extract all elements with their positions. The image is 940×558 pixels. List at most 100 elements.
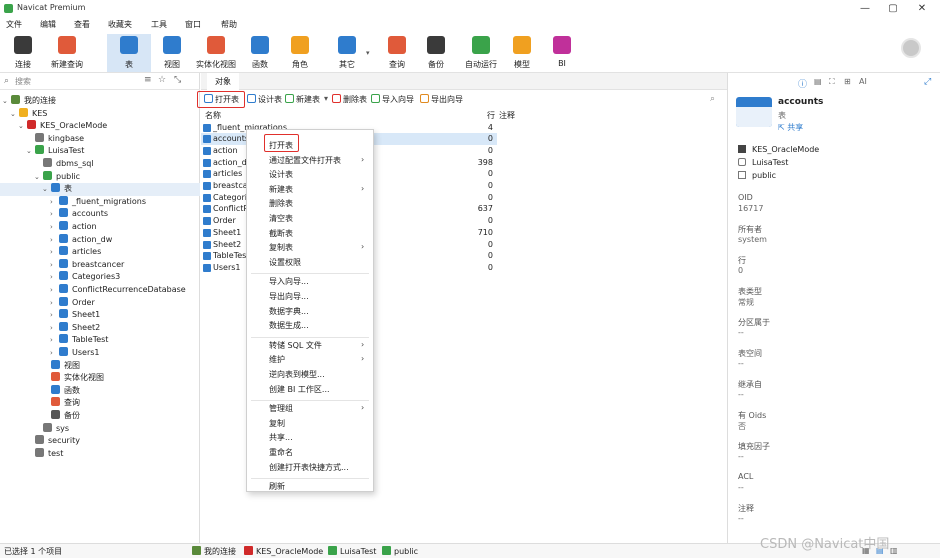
breadcrumb-item[interactable]: 我的连接: [192, 546, 236, 557]
toolbar-new-table-button[interactable]: 新建表: [285, 94, 320, 105]
tree-item[interactable]: ⌄ KES: [0, 107, 200, 121]
menu-edit[interactable]: 编辑: [40, 19, 56, 30]
favorite-star-icon[interactable]: ☆: [158, 75, 166, 85]
chevron-right-icon[interactable]: ›: [50, 259, 59, 272]
tree-item[interactable]: › accounts: [0, 208, 200, 221]
chevron-right-icon[interactable]: ›: [50, 196, 59, 209]
toolbar-query-button[interactable]: 查询: [380, 34, 414, 72]
menu-item[interactable]: 复制表: [269, 242, 293, 253]
toolbar-bi-chart-button[interactable]: BI: [547, 34, 577, 72]
chevron-right-icon[interactable]: ›: [50, 334, 59, 347]
toolbar-other-tools-button[interactable]: 其它: [330, 34, 364, 72]
tab-objects[interactable]: 对象: [207, 73, 239, 90]
menu-item[interactable]: 设置权限: [269, 257, 301, 268]
menu-help[interactable]: 帮助: [221, 19, 237, 30]
toolbar-connection-plug-button[interactable]: 连接: [6, 34, 40, 72]
menu-view[interactable]: 查看: [74, 19, 90, 30]
column-rows-header[interactable]: 行: [487, 110, 495, 121]
other-dropdown-icon[interactable]: ▾: [366, 49, 370, 57]
menu-item[interactable]: 管理组: [269, 403, 293, 414]
toolbar-table-button[interactable]: 表: [107, 34, 151, 72]
menu-item[interactable]: 数据字典...: [269, 306, 309, 317]
ddl-icon[interactable]: ▤: [814, 77, 822, 86]
chevron-down-icon[interactable]: ⌄: [42, 183, 51, 196]
chevron-down-icon[interactable]: ⌄: [10, 108, 19, 121]
menu-item[interactable]: 创建 BI 工作区...: [269, 384, 330, 395]
chevron-down-icon[interactable]: ⌄: [34, 171, 43, 184]
menu-item[interactable]: 刷新: [269, 481, 285, 492]
toolbar-backup-button[interactable]: 备份: [421, 34, 451, 72]
chevron-down-icon[interactable]: ⌄: [18, 120, 27, 133]
tree-item[interactable]: sys: [0, 422, 200, 436]
chevron-right-icon[interactable]: ›: [50, 271, 59, 284]
tree-item[interactable]: › articles: [0, 246, 200, 259]
tree-item[interactable]: › ConflictRecurrenceDatabase: [0, 284, 200, 297]
tree-item[interactable]: 实体化视图: [0, 372, 200, 385]
chevron-right-icon[interactable]: ›: [50, 246, 59, 259]
menu-item[interactable]: 删除表: [269, 198, 293, 209]
tree-item[interactable]: 函数: [0, 384, 200, 398]
filter-list-icon[interactable]: ≡: [144, 75, 152, 85]
breadcrumb-item[interactable]: LuisaTest: [328, 546, 376, 556]
menu-item[interactable]: 重命名: [269, 447, 293, 458]
tree-item[interactable]: › _fluent_migrations: [0, 195, 200, 209]
tree-item[interactable]: › action: [0, 221, 200, 234]
tree-item[interactable]: › Users1: [0, 347, 200, 360]
chevron-down-icon[interactable]: ⌄: [2, 95, 11, 108]
breadcrumb-item[interactable]: KES_OracleMode: [244, 546, 323, 556]
tree-item[interactable]: test: [0, 447, 200, 461]
menu-item[interactable]: 维护: [269, 354, 285, 365]
chevron-right-icon[interactable]: ›: [50, 284, 59, 297]
er-view-icon[interactable]: ▥: [890, 546, 898, 555]
menu-item[interactable]: 创建打开表快捷方式...: [269, 462, 349, 473]
chevron-right-icon[interactable]: ›: [50, 309, 59, 322]
tree-item[interactable]: › action_dw: [0, 233, 200, 247]
tree-item[interactable]: › Order: [0, 296, 200, 310]
tree-item[interactable]: › TableTest: [0, 334, 200, 347]
toolbar-new-query-button[interactable]: 新建查询: [45, 34, 89, 72]
chevron-right-icon[interactable]: ›: [50, 221, 59, 234]
tree-item[interactable]: › Categories3: [0, 271, 200, 284]
menu-item[interactable]: 导入向导...: [269, 276, 309, 287]
tree-item[interactable]: 备份: [0, 410, 200, 423]
toolbar-materialized-view-button[interactable]: 实体化视图: [195, 34, 237, 72]
tree-item[interactable]: › Sheet2: [0, 321, 200, 335]
tree-item[interactable]: security: [0, 435, 200, 448]
menu-tools[interactable]: 工具: [151, 19, 167, 30]
toolbar-automation-robot-button[interactable]: 自动运行: [460, 34, 502, 72]
menu-favorites[interactable]: 收藏夹: [108, 19, 132, 30]
menu-item[interactable]: 设计表: [269, 169, 293, 180]
toolbar-delete-table-button[interactable]: 删除表: [332, 94, 367, 105]
chevron-right-icon[interactable]: ›: [50, 208, 59, 221]
new-table-dropdown-icon[interactable]: ▾: [324, 94, 328, 103]
toolbar-export-wizard-button[interactable]: 导出向导: [420, 94, 463, 105]
chevron-right-icon[interactable]: ›: [50, 322, 59, 335]
collapse-icon[interactable]: ⤡: [174, 75, 181, 85]
tree-item[interactable]: ⌄ public: [0, 170, 200, 184]
close-icon[interactable]: ✕: [909, 1, 935, 16]
toolbar-view-glasses-button[interactable]: 视图: [155, 34, 189, 72]
object-search-icon[interactable]: ⌕: [710, 94, 715, 104]
share-link[interactable]: ⇱ 共享: [778, 122, 803, 133]
menu-item[interactable]: 新建表: [269, 184, 293, 195]
menu-item[interactable]: 通过配置文件打开表: [269, 155, 341, 166]
toolbar-role-user-button[interactable]: 角色: [283, 34, 317, 72]
menu-item[interactable]: 转储 SQL 文件: [269, 340, 322, 351]
expand-panel-icon[interactable]: ⤢: [924, 77, 931, 87]
user-avatar[interactable]: [901, 38, 921, 58]
minimize-icon[interactable]: —: [852, 1, 878, 16]
menu-window[interactable]: 窗口: [185, 19, 201, 30]
toolbar-function-fx-button[interactable]: 函数: [243, 34, 277, 72]
column-name-header[interactable]: 名称: [205, 110, 221, 121]
menu-item[interactable]: 共享...: [269, 432, 293, 443]
menu-item[interactable]: 逆向表到模型...: [269, 369, 325, 380]
chevron-down-icon[interactable]: ⌄: [26, 145, 35, 158]
info-icon[interactable]: ⓘ: [798, 77, 807, 90]
column-comment-header[interactable]: 注释: [499, 110, 515, 121]
grid-icon[interactable]: ⊞: [844, 77, 851, 86]
tree-item[interactable]: ⌄ KES_OracleMode: [0, 120, 200, 133]
toolbar-import-wizard-button[interactable]: 导入向导: [371, 94, 414, 105]
tree-item[interactable]: ⌄ 我的连接: [0, 95, 200, 108]
tree-item[interactable]: › breastcancer: [0, 258, 200, 272]
menu-file[interactable]: 文件: [6, 19, 22, 30]
